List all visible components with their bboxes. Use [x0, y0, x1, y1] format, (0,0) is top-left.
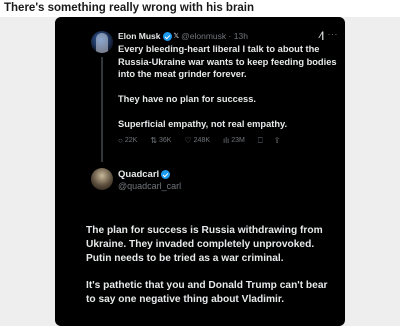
reply-author-row: Quadcarl	[118, 169, 181, 180]
repost-icon: ⇅	[150, 136, 158, 145]
reply-paragraph: The plan for success is Russia withdrawi…	[86, 225, 323, 264]
reply-author-handle[interactable]: @quadcarl_carl	[118, 180, 181, 192]
repost-button[interactable]: ⇅ 36K	[150, 136, 171, 145]
reply-header: Quadcarl @quadcarl_carl	[118, 169, 181, 192]
grok-icon[interactable]: ⁄|	[320, 30, 324, 41]
reply-count: 22K	[124, 137, 138, 144]
tweet-time[interactable]: 13h	[234, 31, 248, 42]
views-icon: ılı	[223, 136, 230, 145]
like-button[interactable]: ♡ 248K	[184, 136, 210, 145]
x-affiliation-icon: 𝕏	[173, 33, 180, 40]
views-button[interactable]: ılı 23M	[223, 136, 245, 145]
like-count: 248K	[193, 137, 211, 144]
reply-text: The plan for success is Russia withdrawi…	[86, 224, 338, 321]
tweet-paragraph: Superficial empathy, not real empathy.	[118, 119, 288, 129]
share-icon: ⇪	[273, 136, 281, 145]
author-handle[interactable]: @elonmusk	[181, 31, 226, 42]
repost-count: 36K	[159, 137, 172, 144]
share-button[interactable]: ⇪	[274, 136, 283, 145]
screenshot-area: Elon Musk 𝕏 @elonmusk · 13h ⁄| ··· Every…	[0, 17, 400, 326]
reply-author-name[interactable]: Quadcarl	[118, 169, 159, 180]
reply-paragraph: It's pathetic that you and Donald Trump …	[86, 280, 328, 305]
tweet-text: Every bleeding-heart liberal I talk to a…	[118, 43, 338, 131]
dot-separator: ·	[226, 31, 234, 41]
bookmark-icon: ⎕	[257, 135, 263, 145]
verified-badge-icon	[161, 170, 171, 179]
reply-button[interactable]: ○ 22K	[118, 136, 137, 145]
author-name[interactable]: Elon Musk	[118, 31, 161, 42]
avatar-quadcarl[interactable]	[91, 168, 113, 190]
post-caption: There's something really wrong with his …	[4, 2, 255, 14]
more-icon[interactable]: ···	[328, 29, 339, 40]
avatar-elonmusk[interactable]	[91, 31, 113, 53]
reply-icon: ○	[118, 136, 123, 145]
bookmark-button[interactable]: ⎕	[258, 136, 265, 146]
tweet-elonmusk[interactable]: Elon Musk 𝕏 @elonmusk · 13h ⁄| ··· Every…	[118, 29, 339, 146]
thread-connector-line	[101, 57, 103, 162]
tweet-paragraph: Every bleeding-heart liberal I talk to a…	[118, 44, 337, 79]
views-count: 23M	[231, 137, 245, 144]
tweet-actions: ○ 22K ⇅ 36K ♡ 248K ılı 23M ⎕ ⇪	[118, 136, 338, 146]
tweet-paragraph: They have no plan for success.	[118, 94, 256, 104]
verified-badge-icon	[162, 32, 172, 41]
tweet-header: Elon Musk 𝕏 @elonmusk · 13h ⁄| ···	[118, 29, 339, 42]
heart-icon: ♡	[184, 136, 192, 145]
tweet-thread-card: Elon Musk 𝕏 @elonmusk · 13h ⁄| ··· Every…	[55, 17, 345, 326]
